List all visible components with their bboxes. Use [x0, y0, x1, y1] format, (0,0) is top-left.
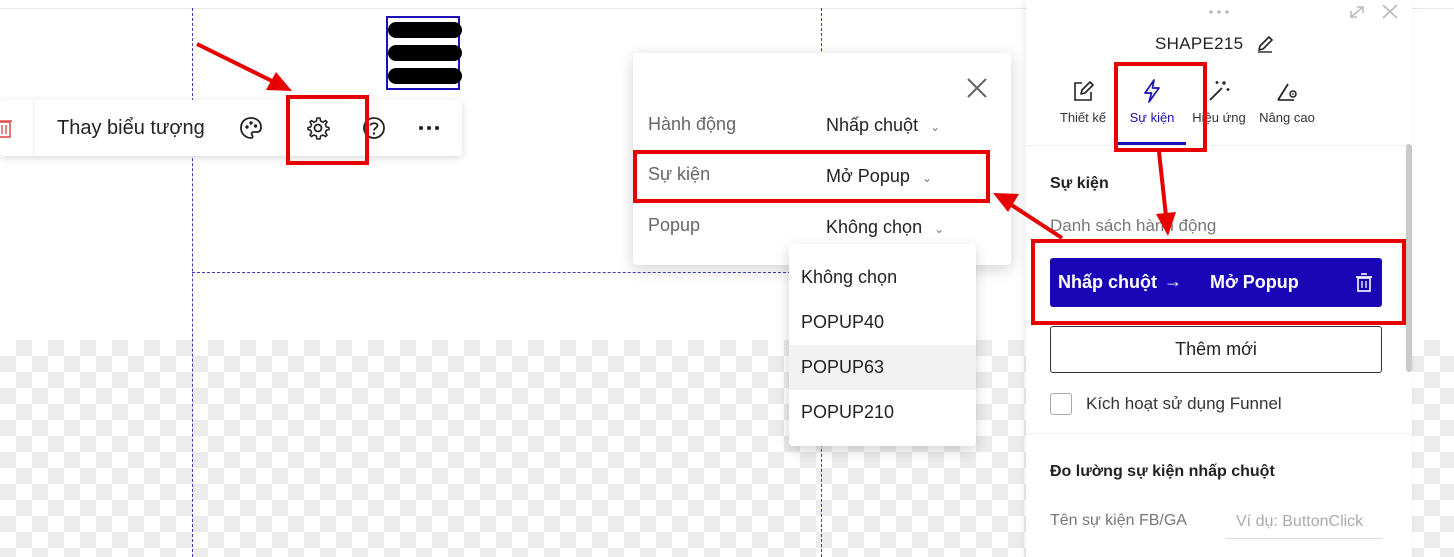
tab-design[interactable]: Thiết kế	[1043, 78, 1123, 138]
tab-design-label: Thiết kế	[1059, 110, 1107, 125]
tab-advanced[interactable]: Nâng cao	[1247, 78, 1327, 138]
popup-dropdown-list: Không chọn POPUP40 POPUP63 POPUP210	[789, 244, 976, 446]
funnel-checkbox[interactable]	[1050, 393, 1072, 415]
dropdown-option[interactable]: POPUP40	[789, 300, 976, 345]
palette-button[interactable]	[238, 115, 264, 141]
action-list-label: Danh sách hành động	[1050, 216, 1217, 235]
dropdown-option-highlighted[interactable]: POPUP63	[789, 345, 976, 390]
palette-icon	[240, 117, 262, 139]
add-new-button[interactable]: Thêm mới	[1050, 326, 1382, 373]
edit-square-icon	[1074, 81, 1094, 101]
section-heading: Sự kiện	[1050, 175, 1109, 192]
guide-line-left	[192, 8, 193, 557]
divider	[1026, 145, 1412, 146]
more-button[interactable]	[416, 115, 442, 141]
replace-icon-button[interactable]: Thay biểu tượng	[57, 117, 205, 140]
chevron-down-icon: ⌄	[934, 222, 945, 236]
action-select-value: Nhấp chuột	[826, 115, 919, 135]
dropdown-option[interactable]: Không chọn	[789, 255, 976, 300]
editor-canvas[interactable]: Thay biểu tượng Hành động Nhấp chuột ⌄ S…	[0, 0, 1454, 557]
delete-button[interactable]	[0, 100, 34, 156]
element-toolbar: Thay biểu tượng	[0, 100, 462, 156]
close-panel-icon[interactable]	[1381, 3, 1399, 19]
trash-icon	[0, 120, 12, 138]
annotation-box-event-row	[633, 150, 990, 203]
annotation-box-settings	[286, 95, 369, 165]
fb-ga-event-input[interactable]	[1226, 505, 1382, 539]
close-icon[interactable]	[966, 77, 988, 99]
fb-ga-label: Tên sự kiện FB/GA	[1050, 512, 1187, 529]
selected-shape[interactable]	[386, 16, 462, 90]
magic-wand-icon	[1209, 81, 1230, 101]
shape-bar	[388, 45, 462, 61]
element-name: SHAPE215	[1155, 34, 1244, 53]
divider	[1026, 433, 1412, 434]
drag-handle-icon[interactable]	[1194, 6, 1244, 18]
popup-select[interactable]: Không chọn ⌄	[826, 217, 944, 238]
annotation-arrow	[196, 42, 275, 84]
chevron-down-icon: ⌄	[930, 120, 941, 134]
guide-line-horizontal	[192, 272, 821, 273]
annotation-arrowhead	[266, 72, 292, 91]
popup-label: Popup	[648, 215, 701, 235]
panel-scrollbar[interactable]	[1406, 144, 1412, 372]
action-select[interactable]: Nhấp chuột ⌄	[826, 115, 940, 136]
tracking-heading: Đo lường sự kiện nhấp chuột	[1050, 463, 1275, 480]
expand-icon[interactable]	[1348, 4, 1368, 20]
shape-bar	[388, 22, 462, 38]
shape-bar	[388, 68, 462, 84]
annotation-box-action-item	[1031, 239, 1406, 325]
funnel-label: Kích hoạt sử dụng Funnel	[1086, 394, 1282, 413]
action-label: Hành động	[648, 114, 737, 134]
popup-select-value: Không chọn	[826, 217, 923, 237]
annotation-box-events-tab	[1114, 62, 1207, 152]
tab-advanced-label: Nâng cao	[1259, 110, 1315, 125]
pencil-icon[interactable]	[1255, 34, 1275, 54]
wand-gear-icon	[1277, 83, 1297, 101]
more-dots-icon	[419, 126, 439, 130]
dropdown-option[interactable]: POPUP210	[789, 390, 976, 435]
